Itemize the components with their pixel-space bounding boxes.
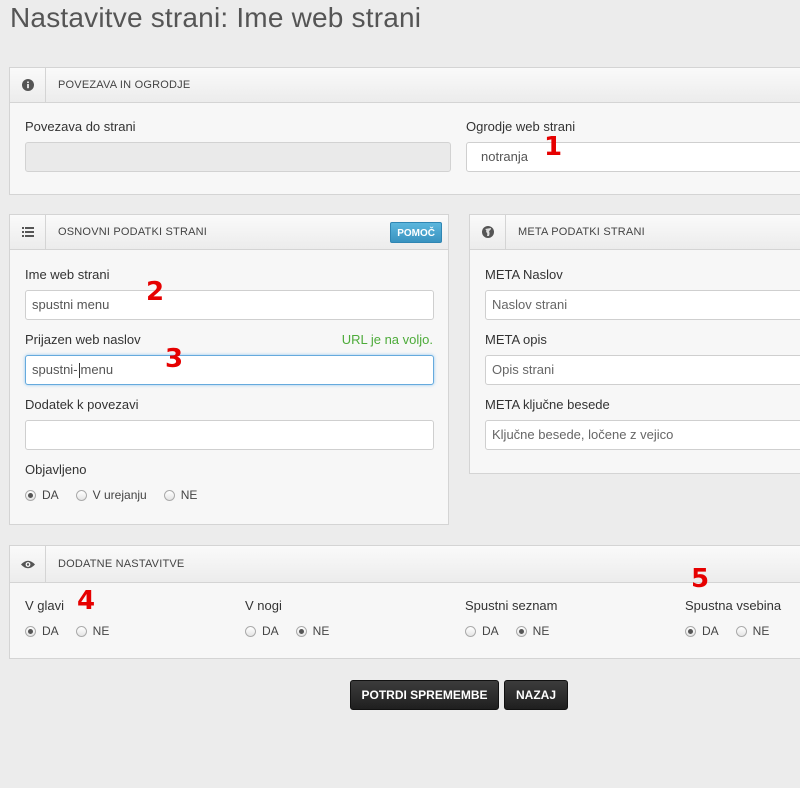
meta-title-label: META Naslov (485, 267, 563, 282)
suffix-label: Dodatek k povezavi (25, 397, 139, 412)
dropdown-list-radio-ne[interactable] (515, 625, 527, 637)
globe-icon (470, 215, 506, 249)
info-icon (10, 68, 46, 102)
footer-setting-label: V nogi (245, 598, 282, 613)
dropdown-content-radio-group: DA NE (685, 624, 786, 638)
eye-icon (10, 546, 46, 582)
dropdown-list-setting-label: Spustni seznam (465, 598, 558, 613)
confirm-changes-button[interactable]: POTRDI SPREMEMBE (350, 680, 499, 710)
published-radio-da[interactable] (25, 489, 36, 501)
radio-option-label: NE (752, 624, 770, 638)
page-title: Nastavitve strani: Ime web strani (10, 2, 422, 33)
radio-option-label: NE (92, 624, 110, 638)
meta-panel-header: META PODATKI STRANI (470, 215, 800, 250)
link-input[interactable] (25, 142, 451, 172)
footer-radio-da[interactable] (245, 625, 256, 637)
url-text-after-caret: menu (80, 362, 114, 377)
help-button[interactable]: POMOČ (390, 222, 442, 243)
radio-option-label: NE (312, 624, 330, 638)
published-option-label: NE (180, 488, 198, 502)
annotation-number-1: 1 (544, 132, 563, 162)
text-caret (78, 363, 80, 379)
basic-panel-header: OSNOVNI PODATKI STRANI POMOČ (10, 215, 448, 250)
name-input[interactable]: spustni menu (25, 290, 434, 320)
footer-setting-radio-group: DA NE (245, 624, 346, 638)
radio-option-label: DA (482, 624, 499, 638)
url-input[interactable]: spustni-menu (25, 355, 434, 385)
basic-panel-title: OSNOVNI PODATKI STRANI (58, 226, 208, 238)
published-radio-ne[interactable] (163, 489, 175, 501)
meta-desc-label: META opis (485, 332, 547, 347)
radio-option-label: NE (532, 624, 550, 638)
published-option-label: V urejanju (92, 488, 147, 502)
published-option-label: DA (42, 488, 59, 502)
link-panel: POVEZAVA IN OGRODJE Povezava do strani O… (9, 67, 800, 195)
frame-input[interactable]: notranja (466, 142, 800, 172)
dropdown-list-radio-group: DA NE (465, 624, 566, 638)
list-icon (10, 215, 46, 249)
extra-panel-header: DODATNE NASTAVITVE (10, 546, 800, 583)
link-panel-header: POVEZAVA IN OGRODJE (10, 68, 800, 103)
suffix-input[interactable] (25, 420, 434, 450)
meta-keywords-input[interactable]: Ključne besede, ločene z vejico (485, 420, 800, 450)
annotation-number-2: 2 (146, 277, 165, 307)
header-setting-label: V glavi (25, 598, 65, 613)
annotation-number-3: 3 (165, 344, 184, 374)
url-label: Prijazen web naslov (25, 332, 141, 347)
header-radio-da[interactable] (25, 625, 36, 637)
annotation-number-4: 4 (77, 586, 96, 616)
meta-desc-input[interactable]: Opis strani (485, 355, 800, 385)
published-radio-v-urejanju[interactable] (75, 489, 87, 501)
published-radio-group: DA V urejanju NE (25, 488, 214, 502)
radio-option-label: DA (702, 624, 719, 638)
url-text-before-caret: spustni- (32, 362, 78, 377)
name-label: Ime web strani (25, 267, 110, 282)
meta-panel-title: META PODATKI STRANI (518, 226, 645, 238)
extra-panel: DODATNE NASTAVITVE V glavi DA NE V nogi … (9, 545, 800, 659)
meta-keywords-label: META ključne besede (485, 397, 610, 412)
header-radio-ne[interactable] (75, 625, 87, 637)
extra-panel-title: DODATNE NASTAVITVE (58, 558, 185, 570)
radio-option-label: DA (42, 624, 59, 638)
radio-option-label: DA (262, 624, 279, 638)
dropdown-content-radio-ne[interactable] (735, 625, 747, 637)
dropdown-content-radio-da[interactable] (685, 625, 696, 637)
basic-panel: OSNOVNI PODATKI STRANI POMOČ Ime web str… (9, 214, 449, 525)
annotation-number-5: 5 (691, 564, 710, 594)
meta-panel: META PODATKI STRANI META Naslov Naslov s… (469, 214, 800, 474)
meta-title-input[interactable]: Naslov strani (485, 290, 800, 320)
published-label: Objavljeno (25, 462, 87, 477)
dropdown-content-setting-label: Spustna vsebina (685, 598, 782, 613)
dropdown-list-radio-da[interactable] (465, 625, 476, 637)
back-button[interactable]: NAZAJ (504, 680, 568, 710)
header-setting-radio-group: DA NE (25, 624, 126, 638)
link-panel-title: POVEZAVA IN OGRODJE (58, 79, 191, 91)
link-label: Povezava do strani (25, 119, 136, 134)
url-available-hint: URL je na voljo. (341, 332, 433, 347)
footer-radio-ne[interactable] (295, 625, 307, 637)
